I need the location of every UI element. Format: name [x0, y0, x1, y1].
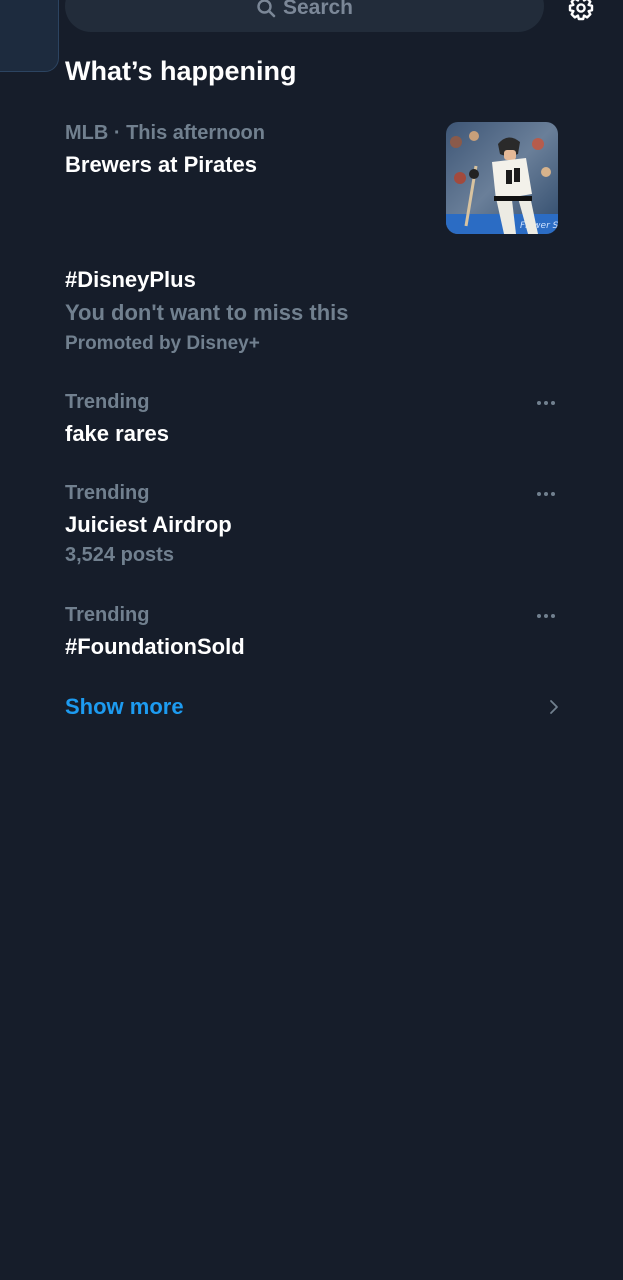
trend-headline: fake rares [65, 421, 169, 446]
trend-item-foundationsold[interactable]: Trending #FoundationSold [65, 602, 560, 662]
trend-item-fake-rares[interactable]: Trending fake rares [65, 389, 560, 449]
settings-gear-icon[interactable] [566, 0, 596, 24]
search-icon [256, 0, 276, 18]
more-options-icon[interactable] [536, 393, 556, 405]
promoted-label: Promoted by Disney+ [65, 333, 260, 354]
section-title: What’s happening [65, 56, 297, 86]
trend-headline: #DisneyPlus [65, 267, 196, 292]
search-bar[interactable]: Search [65, 0, 544, 32]
trend-meta: Trending [65, 482, 150, 504]
more-options-icon[interactable] [536, 606, 556, 618]
trend-headline: #FoundationSold [65, 634, 245, 659]
baseball-player-image[interactable]: Flower St [446, 122, 558, 234]
chevron-right-icon [548, 699, 560, 715]
trend-headline: Juiciest Airdrop [65, 512, 232, 537]
show-more-label: Show more [65, 694, 184, 719]
trend-post-count: 3,524 posts [65, 544, 174, 566]
trend-meta: Trending [65, 604, 150, 626]
search-placeholder: Search [282, 0, 354, 19]
more-options-icon[interactable] [536, 484, 556, 496]
trend-meta: Trending [65, 391, 150, 413]
trend-description: You don't want to miss this [65, 300, 349, 325]
trend-item-disneyplus[interactable]: #DisneyPlus You don't want to miss this … [65, 265, 560, 359]
side-panel-edge [0, 0, 59, 72]
trend-item-juiciest-airdrop[interactable]: Trending Juiciest Airdrop 3,524 posts [65, 480, 560, 568]
show-more-link[interactable]: Show more [65, 690, 560, 724]
search-content: Search [256, 0, 353, 20]
